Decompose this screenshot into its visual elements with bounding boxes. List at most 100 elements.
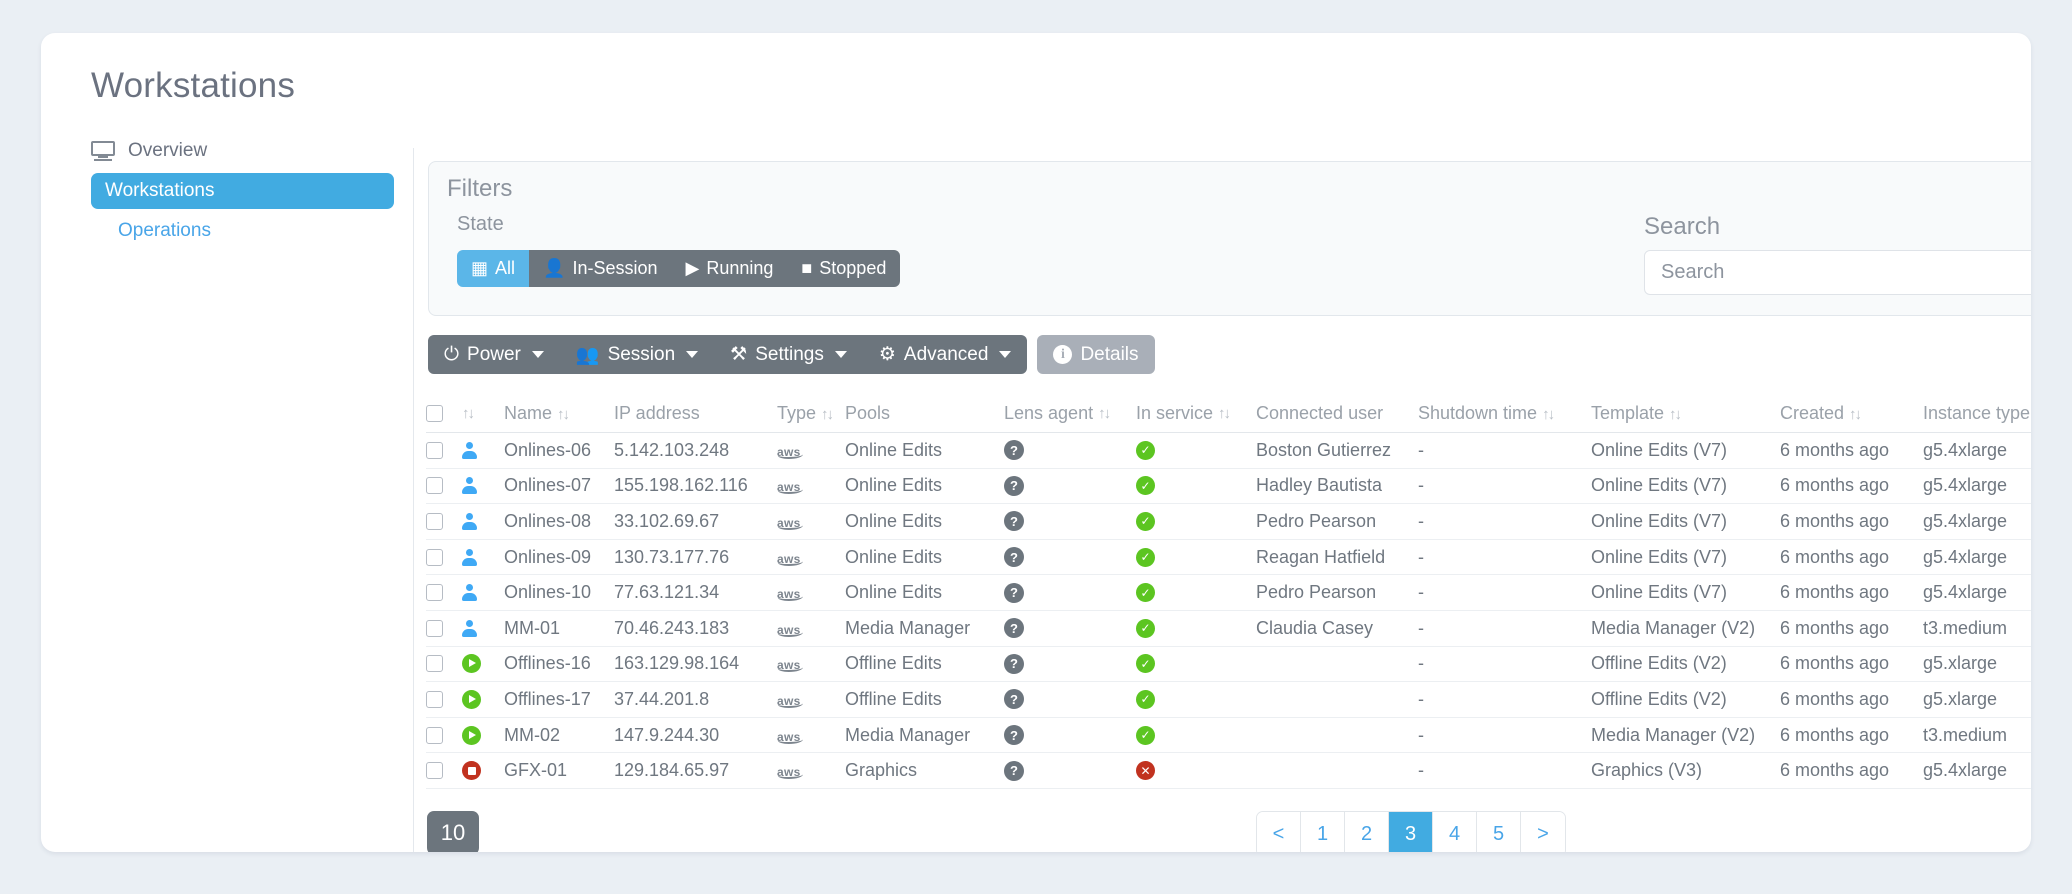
table-row[interactable]: Offlines-16163.129.98.164awsOffline Edit…	[426, 647, 2031, 683]
pagination-button[interactable]: <	[1257, 812, 1301, 852]
header-lens-agent[interactable]: Lens agent↑↓	[1004, 403, 1136, 424]
row-select-cell	[426, 584, 462, 601]
header-shutdown-time[interactable]: Shutdown time↑↓	[1418, 403, 1591, 424]
question-icon[interactable]: ?	[1004, 618, 1024, 638]
table-row[interactable]: Offlines-1737.44.201.8awsOffline Edits?✓…	[426, 682, 2031, 718]
question-icon[interactable]: ?	[1004, 476, 1024, 496]
row-type: aws	[777, 511, 845, 532]
state-filter-in-session[interactable]: 👤 In-Session	[529, 250, 671, 287]
header-instance-type: Instance type	[1923, 403, 2031, 424]
row-checkbox[interactable]	[426, 727, 443, 744]
question-icon[interactable]: ?	[1004, 583, 1024, 603]
row-created: 6 months ago	[1780, 760, 1923, 781]
table-row[interactable]: Onlines-0833.102.69.67awsOnline Edits?✓P…	[426, 504, 2031, 540]
row-checkbox[interactable]	[426, 584, 443, 601]
check-icon: ✓	[1136, 654, 1155, 673]
select-all-checkbox[interactable]	[426, 405, 443, 422]
row-shutdown-time: -	[1418, 725, 1591, 746]
in-session-icon	[462, 549, 477, 566]
header-created[interactable]: Created↑↓	[1780, 403, 1923, 424]
question-icon[interactable]: ?	[1004, 761, 1024, 781]
question-icon[interactable]: ?	[1004, 725, 1024, 745]
row-created: 6 months ago	[1780, 475, 1923, 496]
row-ip: 155.198.162.116	[614, 475, 777, 496]
row-select-cell	[426, 513, 462, 530]
row-name: MM-02	[504, 725, 614, 746]
pagination-button[interactable]: 4	[1433, 812, 1477, 852]
sidebar-item-operations[interactable]: Operations	[91, 213, 394, 249]
row-template: Online Edits (V7)	[1591, 440, 1780, 461]
row-checkbox[interactable]	[426, 762, 443, 779]
row-instance-type: g5.4xlarge	[1923, 511, 2031, 532]
header-instance-label: Instance type	[1923, 403, 2030, 423]
row-state-cell	[462, 654, 504, 673]
sidebar-item-workstations[interactable]: Workstations	[91, 173, 394, 209]
pagination-button[interactable]: 5	[1477, 812, 1521, 852]
header-name[interactable]: Name↑↓	[504, 403, 614, 424]
table-row[interactable]: GFX-01129.184.65.97awsGraphics?✕-Graphic…	[426, 753, 2031, 789]
row-connected-user: Hadley Bautista	[1256, 475, 1418, 496]
question-icon[interactable]: ?	[1004, 689, 1024, 709]
advanced-button[interactable]: ⚙ Advanced	[863, 335, 1028, 374]
row-name: Onlines-07	[504, 475, 614, 496]
table-body: Onlines-065.142.103.248awsOnline Edits?✓…	[426, 433, 2031, 789]
pagination-button[interactable]: 1	[1301, 812, 1345, 852]
question-icon[interactable]: ?	[1004, 654, 1024, 674]
question-icon[interactable]: ?	[1004, 511, 1024, 531]
power-button[interactable]: ⏻ Power	[428, 335, 560, 374]
question-icon[interactable]: ?	[1004, 440, 1024, 460]
page-size-button[interactable]: 10	[427, 811, 479, 852]
row-connected-user: Boston Gutierrez	[1256, 440, 1418, 461]
row-checkbox[interactable]	[426, 442, 443, 459]
running-icon	[462, 654, 481, 673]
stopped-icon	[462, 761, 481, 780]
row-name: Onlines-10	[504, 582, 614, 603]
table-row[interactable]: MM-0170.46.243.183awsMedia Manager?✓Clau…	[426, 611, 2031, 647]
header-template[interactable]: Template↑↓	[1591, 403, 1780, 424]
state-filter-stopped[interactable]: ■ Stopped	[787, 250, 900, 287]
row-checkbox[interactable]	[426, 655, 443, 672]
check-icon: ✓	[1136, 619, 1155, 638]
row-created: 6 months ago	[1780, 725, 1923, 746]
settings-button[interactable]: ⚒ Settings	[714, 335, 863, 374]
state-filter-running[interactable]: ▶ Running	[672, 250, 788, 287]
row-checkbox[interactable]	[426, 549, 443, 566]
chevron-down-icon	[835, 351, 847, 358]
sidebar-divider	[413, 148, 414, 852]
pagination-button[interactable]: 2	[1345, 812, 1389, 852]
search-input[interactable]	[1644, 250, 2031, 295]
row-created: 6 months ago	[1780, 653, 1923, 674]
running-icon	[462, 726, 481, 745]
sidebar-item-overview[interactable]: Overview	[91, 133, 394, 169]
table-row[interactable]: Onlines-07155.198.162.116awsOnline Edits…	[426, 469, 2031, 505]
table-row[interactable]: Onlines-1077.63.121.34awsOnline Edits?✓P…	[426, 575, 2031, 611]
table-row[interactable]: MM-02147.9.244.30awsMedia Manager?✓-Medi…	[426, 718, 2031, 754]
row-checkbox[interactable]	[426, 620, 443, 637]
table-row[interactable]: Onlines-065.142.103.248awsOnline Edits?✓…	[426, 433, 2031, 469]
state-filter-all[interactable]: ▦ All	[457, 250, 529, 287]
sidebar-item-label: Workstations	[105, 180, 214, 202]
monitor-icon	[91, 141, 115, 161]
row-instance-type: g5.xlarge	[1923, 689, 2031, 710]
session-button[interactable]: 👥 Session	[560, 335, 714, 374]
row-lens-agent: ?	[1004, 761, 1136, 781]
header-type[interactable]: Type↑↓	[777, 403, 845, 424]
row-checkbox[interactable]	[426, 691, 443, 708]
row-ip: 70.46.243.183	[614, 618, 777, 639]
pagination-button[interactable]: >	[1521, 812, 1565, 852]
select-all-cell	[426, 405, 462, 422]
pagination-button[interactable]: 3	[1389, 812, 1433, 852]
power-label: Power	[467, 344, 521, 366]
header-state[interactable]: ↑↓	[462, 405, 504, 422]
chevron-down-icon	[686, 351, 698, 358]
row-type: aws	[777, 582, 845, 603]
row-lens-agent: ?	[1004, 618, 1136, 638]
table-row[interactable]: Onlines-09130.73.177.76awsOnline Edits?✓…	[426, 540, 2031, 576]
details-button[interactable]: i Details	[1037, 335, 1154, 374]
row-pools: Offline Edits	[845, 689, 1004, 710]
pagination: <12345>	[1256, 811, 1566, 852]
row-checkbox[interactable]	[426, 513, 443, 530]
row-checkbox[interactable]	[426, 477, 443, 494]
question-icon[interactable]: ?	[1004, 547, 1024, 567]
header-in-service[interactable]: In service↑↓	[1136, 403, 1256, 424]
